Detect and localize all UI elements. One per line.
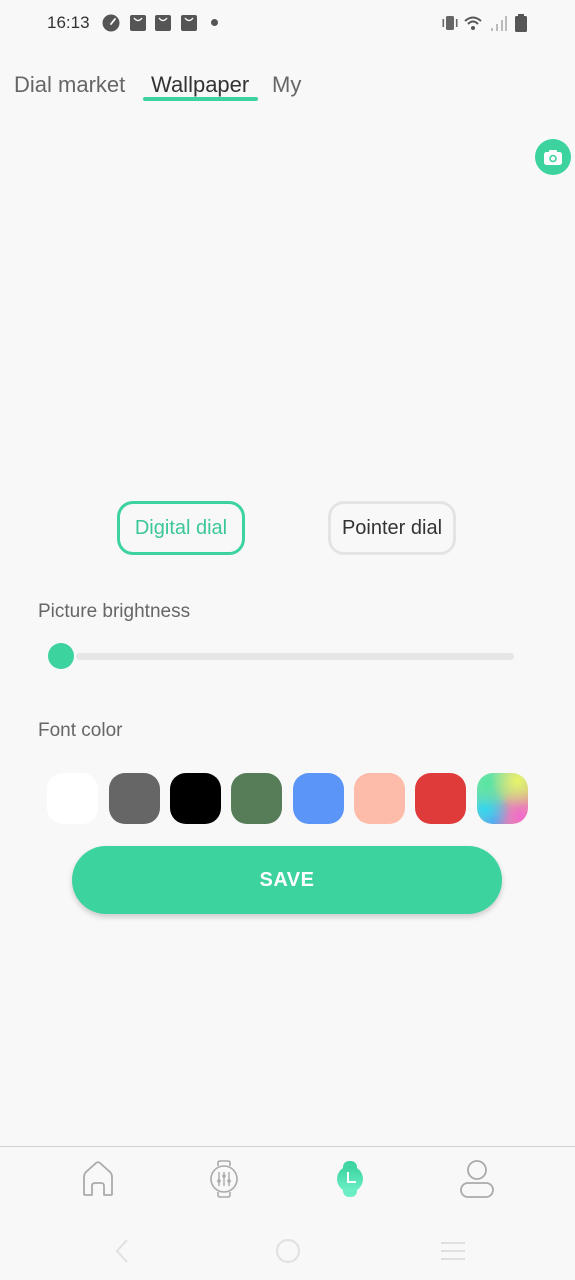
watch-clock-icon	[337, 1161, 363, 1197]
swatch-blue[interactable]	[293, 773, 344, 824]
slider-track[interactable]	[76, 653, 514, 660]
nav-home[interactable]	[76, 1157, 120, 1201]
swatch-green[interactable]	[231, 773, 282, 824]
shopping-bag-icon	[155, 15, 171, 31]
speedometer-icon	[102, 14, 120, 32]
home-icon	[83, 1161, 113, 1196]
system-back-button[interactable]	[102, 1236, 142, 1266]
brightness-slider[interactable]	[48, 643, 518, 669]
tab-bar: Dial market Wallpaper My	[0, 68, 575, 108]
swatch-black[interactable]	[170, 773, 221, 824]
swatch-white[interactable]	[47, 773, 98, 824]
save-button[interactable]: SAVE	[72, 846, 502, 914]
nav-dial[interactable]	[328, 1157, 372, 1201]
nav-profile[interactable]	[455, 1157, 499, 1201]
user-icon	[460, 1160, 494, 1198]
font-color-swatches	[47, 773, 532, 825]
wifi-icon	[464, 16, 482, 30]
signal-icon	[491, 16, 507, 31]
home-circle-icon	[276, 1239, 300, 1263]
pointer-dial-label: Pointer dial	[341, 516, 443, 539]
tab-my[interactable]: My	[272, 72, 301, 98]
tab-wallpaper[interactable]: Wallpaper	[151, 72, 249, 98]
slider-thumb[interactable]	[48, 643, 74, 669]
brightness-label: Picture brightness	[38, 601, 191, 622]
watch-sliders-icon	[210, 1160, 238, 1198]
shopping-bag-icon	[130, 15, 146, 31]
notification-dot-icon	[211, 19, 218, 26]
nav-device-settings[interactable]	[202, 1157, 246, 1201]
menu-icon	[441, 1242, 465, 1260]
camera-button[interactable]	[535, 139, 571, 175]
active-tab-indicator	[143, 97, 258, 101]
status-bar: 16:13	[0, 0, 575, 48]
digital-dial-label: Digital dial	[134, 516, 228, 539]
save-button-label: SAVE	[259, 868, 315, 891]
camera-icon	[544, 150, 562, 165]
battery-icon	[515, 14, 527, 32]
vibrate-icon	[442, 16, 458, 30]
swatch-peach[interactable]	[354, 773, 405, 824]
system-menu-button[interactable]	[433, 1236, 473, 1266]
tab-dial-market[interactable]: Dial market	[14, 72, 125, 98]
shopping-bag-icon	[181, 15, 197, 31]
back-icon	[115, 1239, 128, 1263]
swatch-red[interactable]	[415, 773, 466, 824]
digital-dial-button[interactable]: Digital dial	[117, 501, 245, 555]
font-color-label: Font color	[38, 720, 123, 741]
pointer-dial-button[interactable]: Pointer dial	[328, 501, 456, 555]
status-time: 16:13	[47, 13, 90, 32]
system-home-button[interactable]	[268, 1236, 308, 1266]
swatch-gray[interactable]	[109, 773, 160, 824]
bottom-navigation	[0, 1146, 575, 1213]
system-navigation-bar	[0, 1222, 575, 1280]
swatch-rainbow[interactable]	[477, 773, 528, 824]
